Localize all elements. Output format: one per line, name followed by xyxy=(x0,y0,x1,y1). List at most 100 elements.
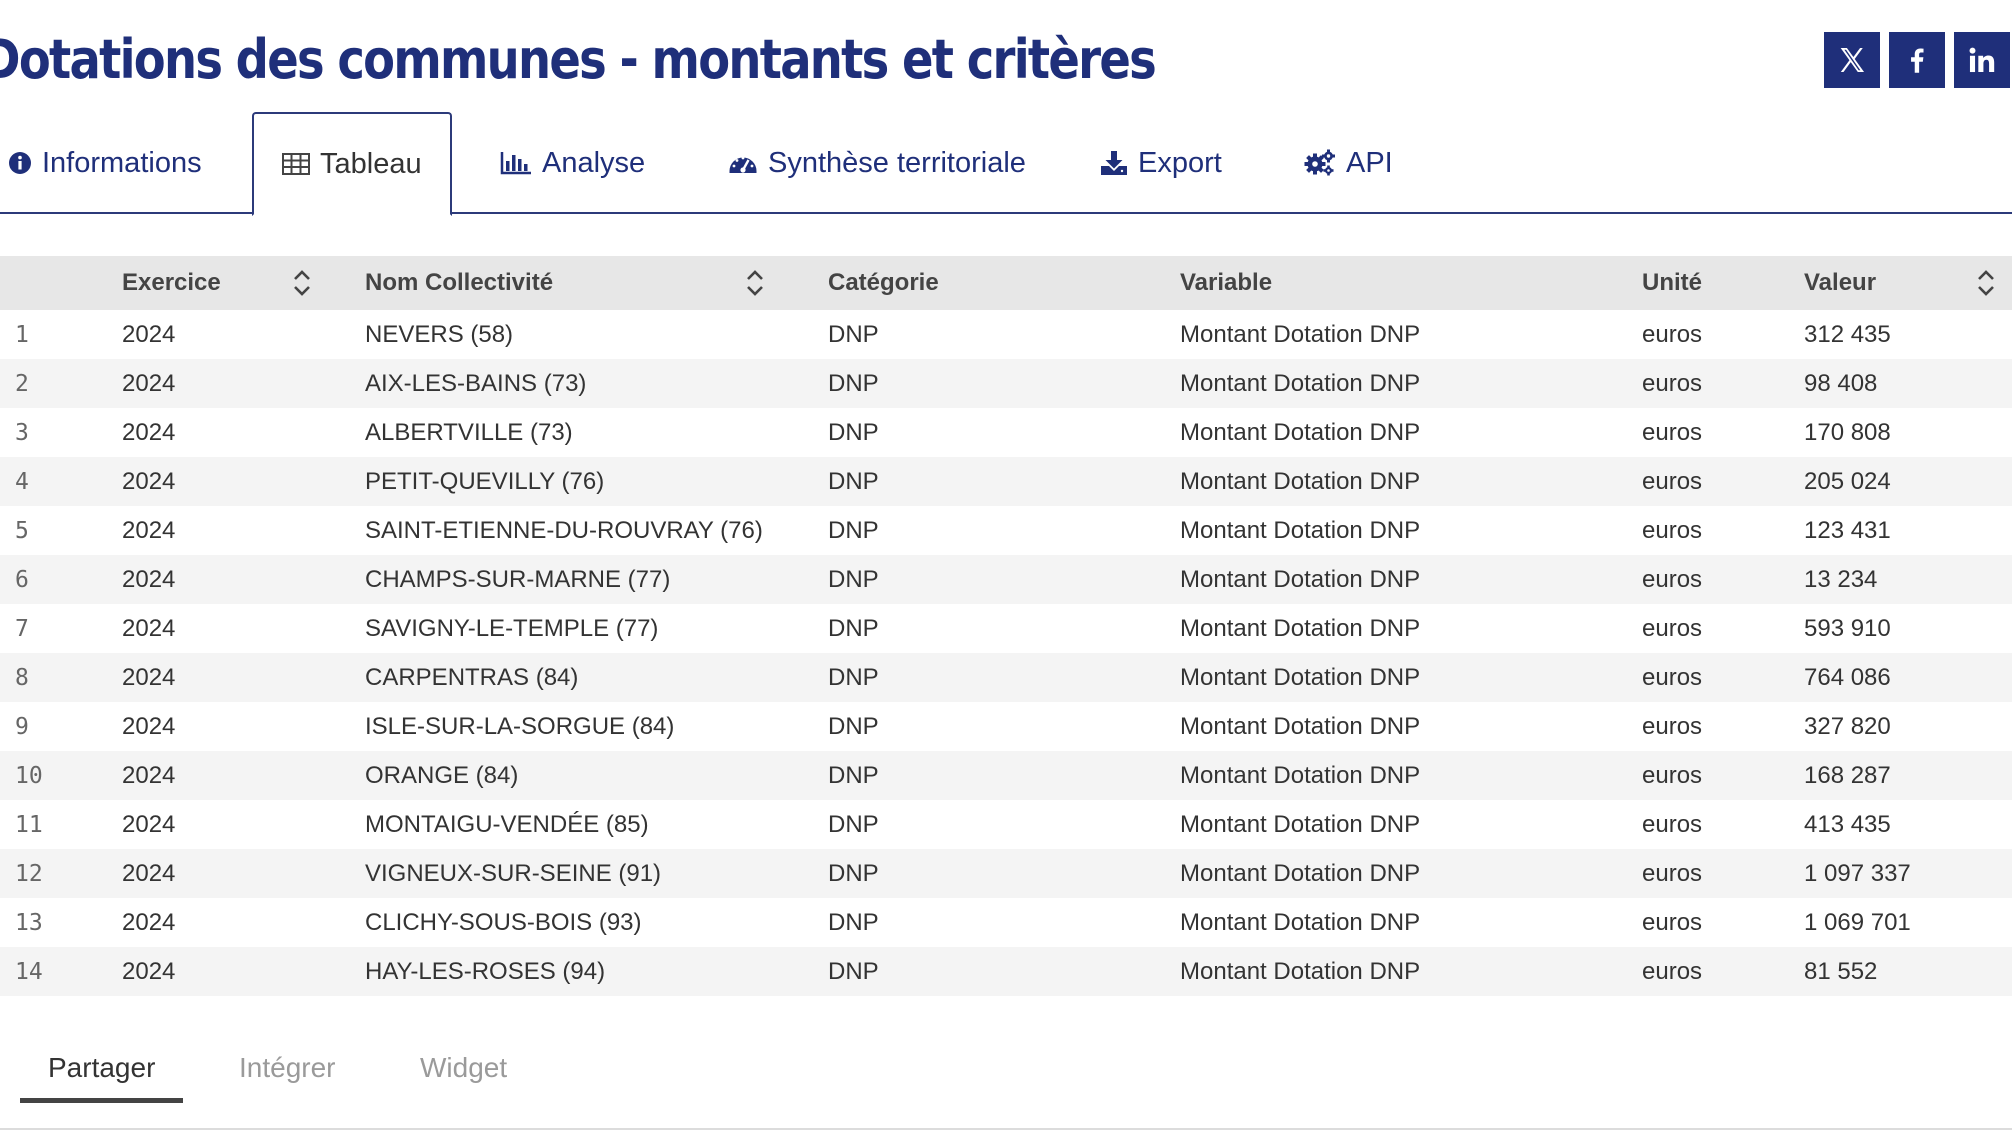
row-index: 1 xyxy=(15,321,29,348)
cell-unite: euros xyxy=(1642,859,1703,887)
dashboard-gauge-icon xyxy=(728,151,758,175)
tab-analyse[interactable]: Analyse xyxy=(500,112,645,214)
cell-variable: Montant Dotation DNP xyxy=(1180,418,1421,446)
cell-variable: Montant Dotation DNP xyxy=(1180,320,1421,348)
social-share-bar xyxy=(1824,32,2010,88)
column-header-variable[interactable]: Variable xyxy=(1180,256,1272,310)
table-row[interactable]: 9 2024 ISLE-SUR-LA-SORGUE (84) DNP Montant D… xyxy=(0,702,2012,751)
share-tab-widget[interactable]: Widget xyxy=(420,1036,507,1100)
cell-variable: Montant Dotation DNP xyxy=(1180,467,1421,495)
table-row[interactable]: 5 2024 SAINT-ETIENNE-DU-ROUVRAY (76) DNP Mon… xyxy=(0,506,2012,555)
cell-valeur: 168 287 xyxy=(1804,761,1891,789)
share-tab-integrer[interactable]: Intégrer xyxy=(239,1036,336,1100)
cell-valeur: 764 086 xyxy=(1804,663,1891,691)
cell-unite: euros xyxy=(1642,516,1703,544)
table-body: 1 2024 NEVERS (58) DNP Montant Dotation DNP e… xyxy=(0,310,2012,996)
cell-valeur: 123 431 xyxy=(1804,516,1891,544)
x-twitter-icon xyxy=(1835,43,1869,77)
column-header-valeur[interactable]: Valeur xyxy=(1804,256,1876,310)
table-row[interactable]: 12 2024 VIGNEUX-SUR-SEINE (91) DNP Montant D… xyxy=(0,849,2012,898)
cell-nom-collectivite: CARPENTRAS (84) xyxy=(365,663,579,691)
cell-categorie: DNP xyxy=(828,908,879,936)
cell-exercice: 2024 xyxy=(122,908,176,936)
cell-variable: Montant Dotation DNP xyxy=(1180,565,1421,593)
row-index: 3 xyxy=(15,419,29,446)
table-row[interactable]: 7 2024 SAVIGNY-LE-TEMPLE (77) DNP Montant Do… xyxy=(0,604,2012,653)
cell-valeur: 413 435 xyxy=(1804,810,1891,838)
tab-tableau[interactable]: Tableau xyxy=(252,112,452,216)
row-index: 4 xyxy=(15,468,29,495)
cell-valeur: 81 552 xyxy=(1804,957,1878,985)
table-row[interactable]: 6 2024 CHAMPS-SUR-MARNE (77) DNP Montant Dot… xyxy=(0,555,2012,604)
share-tab-partager[interactable]: Partager xyxy=(48,1036,155,1100)
cell-nom-collectivite: HAY-LES-ROSES (94) xyxy=(365,957,606,985)
cell-exercice: 2024 xyxy=(122,614,176,642)
table-row[interactable]: 14 2024 HAY-LES-ROSES (94) DNP Montant Dotat… xyxy=(0,947,2012,996)
page-title: Dotations des communes - montants et cri… xyxy=(0,28,1157,91)
table-row[interactable]: 13 2024 CLICHY-SOUS-BOIS (93) DNP Montant Do… xyxy=(0,898,2012,947)
tab-export[interactable]: Export xyxy=(1100,112,1222,214)
cell-nom-collectivite: SAVIGNY-LE-TEMPLE (77) xyxy=(365,614,659,642)
table-header: Exercice Nom Collectivité Catégorie Vari… xyxy=(0,256,2012,310)
table-row[interactable]: 11 2024 MONTAIGU-VENDÉE (85) DNP Montant Dot… xyxy=(0,800,2012,849)
column-header-unite[interactable]: Unité xyxy=(1642,256,1702,310)
cell-nom-collectivite: VIGNEUX-SUR-SEINE (91) xyxy=(365,859,662,887)
cell-variable: Montant Dotation DNP xyxy=(1180,614,1421,642)
column-header-categorie[interactable]: Catégorie xyxy=(828,256,939,310)
cell-variable: Montant Dotation DNP xyxy=(1180,712,1421,740)
tab-informations[interactable]: Informations xyxy=(8,112,202,214)
cell-variable: Montant Dotation DNP xyxy=(1180,516,1421,544)
cell-unite: euros xyxy=(1642,418,1703,446)
cell-valeur: 593 910 xyxy=(1804,614,1891,642)
cell-exercice: 2024 xyxy=(122,320,176,348)
cell-exercice: 2024 xyxy=(122,957,176,985)
share-facebook-button[interactable] xyxy=(1889,32,1945,88)
cell-valeur: 13 234 xyxy=(1804,565,1878,593)
share-linkedin-button[interactable] xyxy=(1954,32,2010,88)
cell-valeur: 312 435 xyxy=(1804,320,1891,348)
bar-chart-icon xyxy=(500,151,532,175)
cogs-icon xyxy=(1304,149,1336,177)
cell-variable: Montant Dotation DNP xyxy=(1180,761,1421,789)
table-row[interactable]: 4 2024 PETIT-QUEVILLY (76) DNP Montant Dotat… xyxy=(0,457,2012,506)
row-index: 8 xyxy=(15,664,29,691)
sort-valeur-icon[interactable] xyxy=(1976,268,1996,298)
cell-exercice: 2024 xyxy=(122,761,176,789)
cell-categorie: DNP xyxy=(828,761,879,789)
cell-exercice: 2024 xyxy=(122,663,176,691)
table-row[interactable]: 10 2024 ORANGE (84) DNP Montant Dotation DNP… xyxy=(0,751,2012,800)
cell-categorie: DNP xyxy=(828,418,879,446)
column-header-nom-collectivite[interactable]: Nom Collectivité xyxy=(365,256,553,310)
cell-exercice: 2024 xyxy=(122,810,176,838)
cell-unite: euros xyxy=(1642,957,1703,985)
tab-api[interactable]: API xyxy=(1304,112,1393,214)
table-row[interactable]: 2 2024 AIX-LES-BAINS (73) DNP Montant Dotati… xyxy=(0,359,2012,408)
cell-categorie: DNP xyxy=(828,859,879,887)
cell-exercice: 2024 xyxy=(122,516,176,544)
row-index: 7 xyxy=(15,615,29,642)
cell-variable: Montant Dotation DNP xyxy=(1180,908,1421,936)
column-header-exercice[interactable]: Exercice xyxy=(122,256,221,310)
row-index: 10 xyxy=(15,762,43,789)
cell-nom-collectivite: NEVERS (58) xyxy=(365,320,514,348)
row-index: 12 xyxy=(15,860,43,887)
cell-valeur: 1 069 701 xyxy=(1804,908,1911,936)
sort-nom-collectivite-icon[interactable] xyxy=(745,268,765,298)
tab-synthese-territoriale[interactable]: Synthèse territoriale xyxy=(728,112,1026,214)
cell-exercice: 2024 xyxy=(122,565,176,593)
cell-unite: euros xyxy=(1642,712,1703,740)
cell-variable: Montant Dotation DNP xyxy=(1180,859,1421,887)
sort-exercice-icon[interactable] xyxy=(292,268,312,298)
cell-exercice: 2024 xyxy=(122,712,176,740)
table-row[interactable]: 1 2024 NEVERS (58) DNP Montant Dotation DNP e… xyxy=(0,310,2012,359)
footer-divider xyxy=(0,1128,2012,1130)
cell-exercice: 2024 xyxy=(122,418,176,446)
cell-nom-collectivite: ALBERTVILLE (73) xyxy=(365,418,573,446)
cell-variable: Montant Dotation DNP xyxy=(1180,957,1421,985)
row-index: 13 xyxy=(15,909,43,936)
share-x-button[interactable] xyxy=(1824,32,1880,88)
cell-unite: euros xyxy=(1642,614,1703,642)
cell-unite: euros xyxy=(1642,908,1703,936)
table-row[interactable]: 8 2024 CARPENTRAS (84) DNP Montant Dotation … xyxy=(0,653,2012,702)
table-row[interactable]: 3 2024 ALBERTVILLE (73) DNP Montant Dotation… xyxy=(0,408,2012,457)
